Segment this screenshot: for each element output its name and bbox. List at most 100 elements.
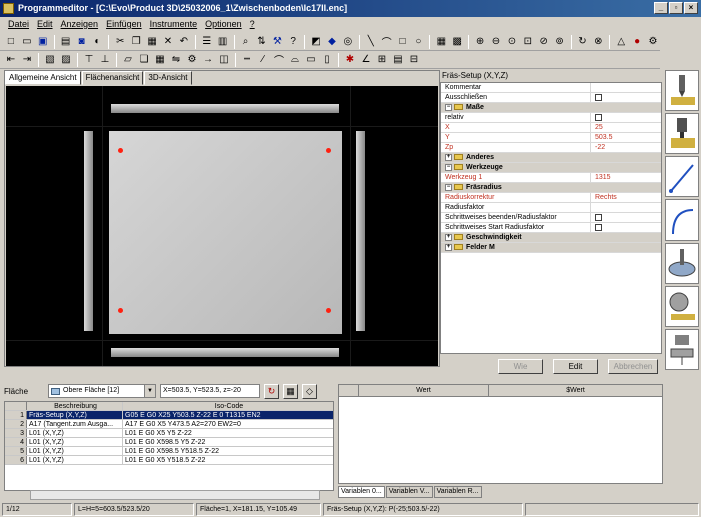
tab-surface-view[interactable]: Flächenansicht: [81, 71, 144, 85]
chevron-down-icon[interactable]: ▼: [144, 385, 155, 397]
lock-icon[interactable]: ⊟: [407, 53, 421, 67]
menu-help[interactable]: ?: [250, 17, 255, 32]
print-preview-icon[interactable]: ◙: [75, 35, 89, 49]
menu-optionen[interactable]: Optionen: [205, 17, 242, 32]
disc-tool-icon[interactable]: [665, 242, 699, 284]
color-icon[interactable]: ◆: [325, 35, 339, 49]
row-iso-code[interactable]: L01 E G0 X5 Y518.5 Z-22: [123, 456, 333, 464]
prop-value[interactable]: [591, 223, 661, 232]
tab-variables-v[interactable]: Variablen V...: [385, 486, 433, 498]
step-start-checkbox[interactable]: [595, 223, 602, 231]
origin-point[interactable]: [326, 308, 331, 313]
prop-value[interactable]: 25: [591, 123, 661, 132]
shapes-icon[interactable]: ✱: [343, 53, 357, 67]
align-right-icon[interactable]: ⇥: [20, 53, 34, 67]
groove-icon[interactable]: ▱: [121, 53, 135, 67]
expand-icon[interactable]: +: [445, 233, 452, 241]
arc-icon[interactable]: ⌒: [380, 35, 394, 49]
prop-value[interactable]: [591, 93, 661, 102]
rect-outline-icon[interactable]: ▯: [320, 53, 334, 67]
shape-icon[interactable]: ◩: [309, 35, 323, 49]
list-icon[interactable]: ☰: [200, 35, 214, 49]
zoom-in-icon[interactable]: ⊕: [473, 35, 487, 49]
arc-left-icon[interactable]: ⌒: [272, 53, 286, 67]
drill-icon[interactable]: ⊤: [82, 53, 96, 67]
row-description[interactable]: L01 (X,Y,Z): [27, 447, 123, 455]
help-icon[interactable]: ?: [286, 35, 300, 49]
drill-multi-icon[interactable]: ⊥: [98, 53, 112, 67]
undo-icon[interactable]: ↶: [177, 35, 191, 49]
prop-row[interactable]: Schrittweises Start Radiusfaktor: [441, 223, 661, 233]
prop-row[interactable]: Zp -22: [441, 143, 661, 153]
row-iso-code[interactable]: L01 E G0 X598.5 Y518.5 Z-22: [123, 447, 333, 455]
save-icon[interactable]: ▣: [36, 35, 50, 49]
prop-group[interactable]: + Geschwindigkeit: [441, 233, 661, 243]
table-row[interactable]: 6 L01 (X,Y,Z) L01 E G0 X5 Y518.5 Z-22: [5, 456, 333, 465]
menu-datei[interactable]: Datei: [8, 17, 29, 32]
zoom-prev-icon[interactable]: ⊘: [537, 35, 551, 49]
origin-point[interactable]: [118, 308, 123, 313]
prop-row[interactable]: Schrittweises beenden/Radiusfaktor: [441, 213, 661, 223]
origin-point[interactable]: [326, 148, 331, 153]
prop-row[interactable]: Werkzeug 1 1315: [441, 173, 661, 183]
restore-icon[interactable]: ▫: [669, 2, 683, 14]
exclude-checkbox[interactable]: [595, 93, 602, 101]
drill-tool-icon[interactable]: [665, 70, 699, 112]
prop-group[interactable]: − Fräsradius: [441, 183, 661, 193]
row-iso-code[interactable]: A17 E G0 X5 Y473.5 A2=270 EW2=0: [123, 420, 333, 428]
menu-edit[interactable]: Edit: [37, 17, 53, 32]
cad-canvas[interactable]: [6, 86, 438, 366]
table-row[interactable]: 5 L01 (X,Y,Z) L01 E G0 X598.5 Y518.5 Z-2…: [5, 447, 333, 456]
collapse-icon[interactable]: −: [445, 163, 452, 171]
collapse-icon[interactable]: −: [445, 183, 452, 191]
column-header[interactable]: Iso-Code: [123, 402, 333, 410]
line-tool-icon[interactable]: [665, 156, 699, 198]
prop-row[interactable]: Y 503.5: [441, 133, 661, 143]
close-icon[interactable]: ×: [684, 2, 698, 14]
tab-general-view[interactable]: Allgemeine Ansicht: [5, 71, 81, 85]
print-icon[interactable]: ▤: [59, 35, 73, 49]
zoom-fit-icon[interactable]: ⊚: [553, 35, 567, 49]
machine-icon[interactable]: ⚙: [646, 35, 660, 49]
row-description[interactable]: L01 (X,Y,Z): [27, 456, 123, 464]
measure-icon[interactable]: ⊗: [591, 35, 605, 49]
prop-value[interactable]: [591, 113, 661, 122]
table-row[interactable]: 4 L01 (X,Y,Z) L01 E G0 X598.5 Y5 Z-22: [5, 438, 333, 447]
step-end-checkbox[interactable]: [595, 213, 602, 221]
paste-icon[interactable]: ▦: [145, 35, 159, 49]
origin-point[interactable]: [118, 148, 123, 153]
new-file-icon[interactable]: □: [4, 35, 18, 49]
sort-icon[interactable]: ⇅: [254, 35, 268, 49]
row-description[interactable]: A17 (Tangent.zum Ausga...: [27, 420, 123, 428]
matrix-icon[interactable]: ▩: [450, 35, 464, 49]
eraser-icon[interactable]: ◇: [302, 383, 317, 399]
circle-icon[interactable]: ○: [411, 35, 425, 49]
find-icon[interactable]: ⌕: [239, 35, 253, 49]
surface-grid-icon[interactable]: ▦: [283, 383, 298, 399]
prop-row[interactable]: Radiusfaktor: [441, 203, 661, 213]
row-iso-code[interactable]: L01 E G0 X598.5 Y5 Z-22: [123, 438, 333, 446]
simulate-icon[interactable]: ●: [630, 35, 644, 49]
tab-variables-r[interactable]: Variablen R...: [433, 486, 482, 498]
relative-checkbox[interactable]: [595, 113, 602, 121]
minimize-icon[interactable]: _: [654, 2, 668, 14]
prop-row[interactable]: X 25: [441, 123, 661, 133]
menu-anzeigen[interactable]: Anzeigen: [61, 17, 99, 32]
prop-value[interactable]: [591, 203, 661, 212]
collapse-icon[interactable]: −: [445, 103, 452, 111]
dashed-line-icon[interactable]: ┅: [240, 53, 254, 67]
prop-row[interactable]: Ausschließen: [441, 93, 661, 103]
rect-small-icon[interactable]: ▭: [304, 53, 318, 67]
zoom-window-icon[interactable]: ⊡: [521, 35, 535, 49]
prop-value[interactable]: 503.5: [591, 133, 661, 142]
column-header[interactable]: Wert: [359, 385, 489, 396]
prop-group[interactable]: + Felder M: [441, 243, 661, 253]
prop-value[interactable]: -22: [591, 143, 661, 152]
zoom-all-icon[interactable]: ⊙: [505, 35, 519, 49]
arc-tool-icon[interactable]: [665, 199, 699, 241]
apply-button[interactable]: Wie: [498, 359, 543, 374]
menu-instrumente[interactable]: Instrumente: [150, 17, 198, 32]
prop-group[interactable]: + Anderes: [441, 153, 661, 163]
triangle-icon[interactable]: △: [614, 35, 628, 49]
rotate-icon[interactable]: ↻: [576, 35, 590, 49]
